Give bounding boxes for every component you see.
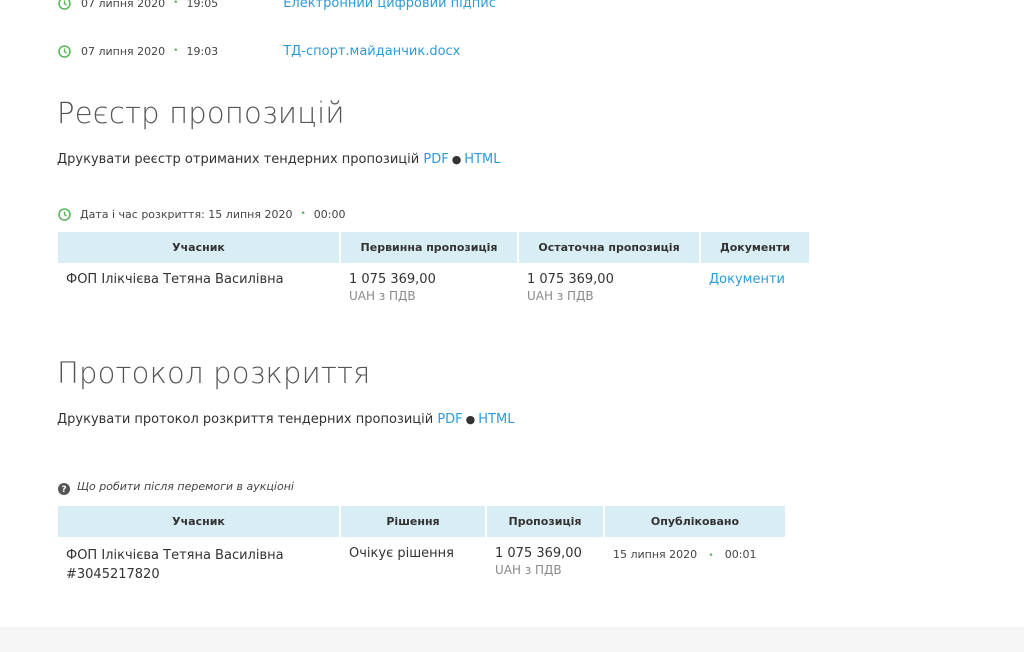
col-published: Опубліковано <box>605 506 785 537</box>
protocol-title: Протокол розкриття <box>57 356 371 390</box>
dot-separator: • <box>173 46 179 56</box>
svg-text:?: ? <box>61 485 66 495</box>
published-cell: 15 липня 2020 • 00:01 <box>605 537 785 584</box>
documents-cell: Документи <box>701 263 809 303</box>
published-time: 00:01 <box>724 548 757 561</box>
final-offer-cell: 1 075 369,00 UAH з ПДВ <box>519 263 699 303</box>
table-header-row: Учасник Первинна пропозиція Остаточна пр… <box>58 232 809 263</box>
registry-print-line: Друкувати реєстр отриманих тендерних про… <box>57 152 500 167</box>
protocol-print-text: Друкувати протокол розкриття тендерних п… <box>57 412 434 427</box>
registry-table: Учасник Первинна пропозиція Остаточна пр… <box>56 232 811 303</box>
table-row: ФОП Ілікчієва Тетяна Василівна 1 075 369… <box>58 263 809 303</box>
col-final-offer: Остаточна пропозиція <box>519 232 699 263</box>
published-date: 15 липня 2020 <box>613 548 698 561</box>
dot-separator: • <box>708 551 714 561</box>
protocol-print-line: Друкувати протокол розкриття тендерних п… <box>57 412 514 427</box>
final-offer-value: 1 075 369,00 <box>527 272 614 287</box>
dot-separator: • <box>173 0 179 8</box>
registry-print-text: Друкувати реєстр отриманих тендерних про… <box>57 152 420 167</box>
clock-icon <box>58 0 71 10</box>
dot-separator: • <box>300 209 306 219</box>
clock-icon <box>58 207 71 221</box>
history-doc-link[interactable]: Електронний цифровий підпис <box>283 0 496 11</box>
help-link-text[interactable]: Що робити після перемоги в аукціоні <box>77 480 294 493</box>
offer-currency: UAH з ПДВ <box>495 563 562 577</box>
opening-time: 00:00 <box>313 207 346 221</box>
page-footer <box>0 627 1024 652</box>
protocol-table: Учасник Рішення Пропозиція Опубліковано … <box>56 506 787 584</box>
history-date: 07 липня 2020 <box>81 0 166 10</box>
history-time: 19:05 <box>186 0 219 10</box>
col-participant: Учасник <box>58 506 339 537</box>
offer-value: 1 075 369,00 <box>495 546 582 561</box>
table-row: ФОП Ілікчієва Тетяна Василівна #30452178… <box>58 537 785 584</box>
bullet-separator: ● <box>451 153 462 166</box>
col-documents: Документи <box>701 232 809 263</box>
initial-offer-cell: 1 075 369,00 UAH з ПДВ <box>341 263 517 303</box>
col-participant: Учасник <box>58 232 339 263</box>
participant-name: ФОП Ілікчієва Тетяна Василівна <box>66 272 284 287</box>
clock-icon <box>58 44 71 58</box>
question-icon: ? <box>58 480 70 495</box>
registry-html-link[interactable]: HTML <box>464 152 500 167</box>
help-link-row[interactable]: ? Що робити після перемоги в аукціоні <box>58 478 294 495</box>
col-initial-offer: Первинна пропозиція <box>341 232 517 263</box>
history-date: 07 липня 2020 <box>81 44 166 58</box>
opening-date-label: Дата і час розкриття: 15 липня 2020 <box>80 207 293 221</box>
registry-title: Реєстр пропозицій <box>57 96 345 130</box>
initial-offer-value: 1 075 369,00 <box>349 272 436 287</box>
history-row: 07 липня 2020 • 19:05 Електронний цифров… <box>58 0 496 13</box>
col-decision: Рішення <box>341 506 485 537</box>
history-doc-link[interactable]: ТД-спорт.майданчик.docx <box>283 44 460 59</box>
participant-cell: ФОП Ілікчієва Тетяна Василівна #30452178… <box>58 537 339 584</box>
protocol-pdf-link[interactable]: PDF <box>437 412 462 427</box>
col-offer: Пропозиція <box>487 506 603 537</box>
final-offer-currency: UAH з ПДВ <box>527 289 594 303</box>
participant-id: #3045217820 <box>66 567 160 582</box>
opening-date-row: Дата і час розкриття: 15 липня 2020 • 00… <box>58 205 345 223</box>
documents-link[interactable]: Документи <box>709 272 785 287</box>
offer-cell: 1 075 369,00 UAH з ПДВ <box>487 537 603 584</box>
registry-pdf-link[interactable]: PDF <box>423 152 448 167</box>
history-row: 07 липня 2020 • 19:03 ТД-спорт.майданчик… <box>58 41 460 61</box>
bullet-separator: ● <box>465 413 476 426</box>
decision-status: Очікує рішення <box>349 546 454 561</box>
participant-name: ФОП Ілікчієва Тетяна Василівна <box>66 548 284 563</box>
table-header-row: Учасник Рішення Пропозиція Опубліковано <box>58 506 785 537</box>
history-time: 19:03 <box>186 44 219 58</box>
protocol-html-link[interactable]: HTML <box>478 412 514 427</box>
initial-offer-currency: UAH з ПДВ <box>349 289 416 303</box>
